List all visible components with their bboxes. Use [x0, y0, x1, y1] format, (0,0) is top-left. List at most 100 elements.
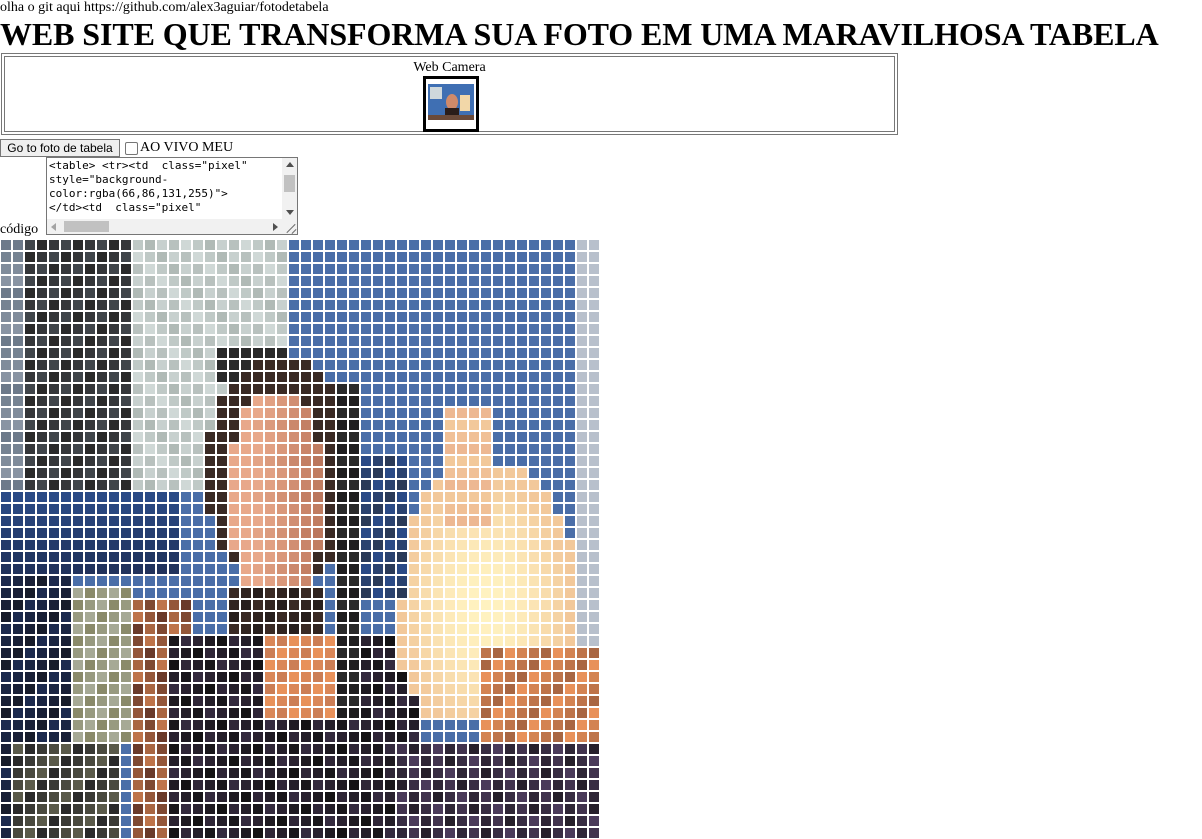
pixel-cell: [517, 660, 527, 670]
pixel-cell: [73, 324, 83, 334]
pixel-cell: [409, 720, 419, 730]
pixel-cell: [433, 588, 443, 598]
pixel-cell: [577, 792, 587, 802]
pixel-cell: [337, 456, 347, 466]
pixel-cell: [253, 480, 263, 490]
pixel-cell: [385, 276, 395, 286]
code-textarea[interactable]: <table> <tr><td class="pixel" style="bac…: [46, 157, 298, 235]
pixel-cell: [493, 432, 503, 442]
pixel-cell: [505, 576, 515, 586]
pixel-cell: [109, 264, 119, 274]
scroll-right-icon[interactable]: [273, 223, 278, 231]
pixel-cell: [133, 816, 143, 826]
pixel-cell: [589, 624, 599, 634]
pixel-cell: [433, 792, 443, 802]
pixel-cell: [37, 540, 47, 550]
pixel-cell: [169, 720, 179, 730]
pixel-cell: [241, 420, 251, 430]
pixel-cell: [445, 564, 455, 574]
pixel-cell: [577, 756, 587, 766]
pixel-cell: [49, 372, 59, 382]
resize-handle-icon[interactable]: [282, 219, 297, 234]
pixel-cell: [313, 300, 323, 310]
pixel-cell: [577, 300, 587, 310]
pixel-cell: [85, 792, 95, 802]
pixel-cell: [289, 780, 299, 790]
pixel-cell: [205, 636, 215, 646]
pixel-cell: [85, 336, 95, 346]
pixel-cell: [289, 612, 299, 622]
pixel-cell: [481, 600, 491, 610]
scroll-down-icon[interactable]: [286, 210, 294, 215]
pixel-cell: [385, 240, 395, 250]
pixel-cell: [73, 552, 83, 562]
pixel-cell: [361, 264, 371, 274]
pixel-cell: [565, 516, 575, 526]
pixel-cell: [133, 624, 143, 634]
pixel-cell: [385, 744, 395, 754]
pixel-cell: [577, 240, 587, 250]
pixel-cell: [589, 468, 599, 478]
code-horizontal-scrollbar[interactable]: [47, 219, 282, 234]
vertical-scroll-thumb[interactable]: [284, 175, 295, 192]
pixel-cell: [61, 444, 71, 454]
pixel-cell: [313, 624, 323, 634]
pixel-cell: [361, 420, 371, 430]
pixel-cell: [481, 660, 491, 670]
pixel-cell: [445, 660, 455, 670]
pixel-cell: [13, 384, 23, 394]
pixel-cell: [61, 696, 71, 706]
pixel-cell: [361, 324, 371, 334]
pixel-cell: [445, 792, 455, 802]
pixel-cell: [205, 768, 215, 778]
pixel-cell: [133, 384, 143, 394]
pixel-cell: [157, 828, 167, 838]
code-vertical-scrollbar[interactable]: [282, 158, 297, 219]
pixel-cell: [181, 456, 191, 466]
pixel-cell: [325, 768, 335, 778]
scroll-left-icon[interactable]: [51, 223, 56, 231]
pixel-cell: [253, 648, 263, 658]
pixel-cell: [457, 780, 467, 790]
pixel-cell: [457, 276, 467, 286]
pixel-cell: [181, 828, 191, 838]
pixel-cell: [589, 504, 599, 514]
pixel-cell: [253, 744, 263, 754]
pixel-cell: [181, 624, 191, 634]
pixel-cell: [217, 252, 227, 262]
pixel-cell: [517, 792, 527, 802]
scroll-up-icon[interactable]: [286, 162, 294, 167]
pixel-cell: [181, 612, 191, 622]
pixel-cell: [229, 468, 239, 478]
pixel-cell: [109, 588, 119, 598]
pixel-cell: [385, 528, 395, 538]
pixel-cell: [85, 372, 95, 382]
pixel-cell: [433, 696, 443, 706]
pixel-cell: [505, 312, 515, 322]
pixel-cell: [301, 480, 311, 490]
pixel-cell: [181, 252, 191, 262]
pixel-cell: [205, 540, 215, 550]
pixel-cell: [73, 300, 83, 310]
pixel-cell: [289, 672, 299, 682]
pixel-cell: [493, 552, 503, 562]
pixel-cell: [277, 816, 287, 826]
pixel-cell: [469, 240, 479, 250]
pixel-cell: [73, 624, 83, 634]
pixel-cell: [145, 624, 155, 634]
pixel-cell: [373, 516, 383, 526]
pixel-cell: [337, 708, 347, 718]
pixel-cell: [205, 564, 215, 574]
pixel-cell: [361, 744, 371, 754]
pixel-cell: [13, 576, 23, 586]
horizontal-scroll-thumb[interactable]: [64, 221, 109, 232]
pixel-cell: [37, 708, 47, 718]
live-checkbox[interactable]: [125, 141, 138, 155]
pixel-cell: [97, 480, 107, 490]
pixel-cell: [205, 288, 215, 298]
pixel-cell: [85, 468, 95, 478]
pixel-cell: [1, 480, 11, 490]
pixel-cell: [109, 576, 119, 586]
go-to-table-button[interactable]: Go to foto de tabela: [0, 139, 120, 157]
pixel-cell: [505, 348, 515, 358]
